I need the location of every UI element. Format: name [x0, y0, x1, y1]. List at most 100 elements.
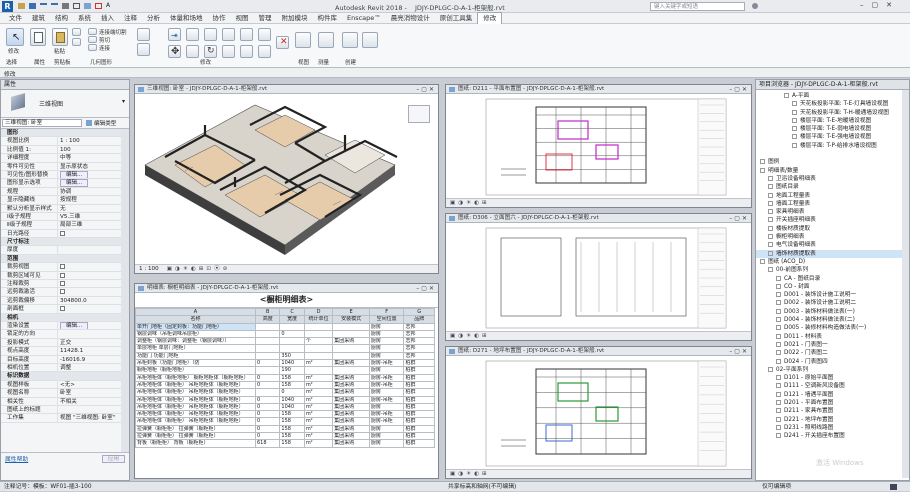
save-icon[interactable] [29, 3, 36, 9]
property-row[interactable]: 目标高度 -16016.9 [1, 355, 121, 364]
browser-item[interactable]: 天花板投影平面: T-E-灯具墙设视图 [756, 100, 902, 108]
ribbon-tab[interactable]: 构件库 [313, 13, 343, 24]
schedule-row[interactable]: 吊柜地柜体（橱柜柜） 吊柜地柜体（橱柜地柜） 0 m² 集团采购 厨房 柏群 [135, 388, 435, 397]
property-group-header[interactable]: 图形 [1, 129, 121, 138]
schedule-cell[interactable]: 单层地柜 单层门地柜） [135, 344, 256, 353]
browser-item[interactable]: D005 - 装修材料构造做法表(一) [756, 324, 902, 332]
property-row[interactable]: 视图样板 <无> [1, 380, 121, 390]
property-value-text[interactable]: 中等 [60, 155, 71, 161]
edit-type-button[interactable]: 编辑类型 [94, 119, 116, 127]
schedule-cell[interactable]: 厨房 [368, 439, 405, 448]
redo-icon[interactable] [51, 3, 58, 9]
browser-item[interactable]: D022 - 门表图二 [756, 349, 902, 357]
property-row[interactable]: 工作集 视图 "三维视图: 卧室" [1, 414, 121, 423]
copy-element-button[interactable] [186, 45, 199, 58]
split-face-button[interactable] [137, 43, 150, 56]
schedule-cell[interactable]: m² [303, 417, 334, 426]
ribbon-group-label[interactable]: 测量 [318, 58, 329, 66]
sheet-control-icons[interactable]: ▣◑☀◐⊞ [450, 333, 490, 339]
property-value[interactable] [57, 288, 121, 296]
property-value-text[interactable]: 视图 "三维视图: 卧室" [60, 415, 115, 421]
property-value[interactable]: V5.三维 [57, 212, 121, 221]
expand-icon[interactable] [768, 234, 773, 240]
ribbon-tab[interactable]: 附加模块 [277, 13, 313, 24]
browser-item[interactable]: D201 - 平面布置图 [756, 399, 902, 407]
schedule-cell[interactable]: 1040 [279, 359, 305, 368]
schedule-row[interactable]: 钢层调味（吊柜调味吊层柜） 0 厨房 志邦 [135, 329, 435, 339]
property-row[interactable]: 远剪裁偏移 304800.0 [1, 296, 121, 306]
schedule-cell[interactable]: 集团采购 [332, 395, 370, 404]
browser-item[interactable]: 图纸 (ACO_D) [756, 258, 902, 266]
schedule-cell[interactable]: 宽度 [279, 315, 305, 324]
schedule-cell[interactable]: 厨房 [368, 388, 405, 397]
ribbon-tab[interactable]: 体量和场地 [165, 13, 208, 24]
schedule-cell[interactable]: 名称 [135, 315, 256, 324]
schedule-cell[interactable] [254, 351, 281, 361]
schedule-cell[interactable]: 柏群 [403, 395, 435, 404]
schedule-cell[interactable]: 吊柜地柜体（橱柜柜） 吊柜地柜体（橱柜地柜） [135, 388, 256, 397]
browser-item[interactable]: D121 - 墙遇平面图 [756, 391, 902, 399]
schedule-cell[interactable]: D [303, 307, 334, 317]
browser-item[interactable]: D211 - 家具布置图 [756, 407, 902, 415]
browser-item[interactable]: 天花板投影平面: T-H-暖通墙设视图 [756, 109, 902, 117]
schedule-cell[interactable]: 集团采购 [332, 410, 370, 419]
schedule-cell[interactable]: 志邦 [403, 351, 435, 361]
property-checkbox[interactable] [60, 306, 65, 312]
schedule-cell[interactable]: 厨房 [368, 344, 405, 353]
property-row[interactable]: 裁剪区域可见 [1, 271, 121, 281]
property-value[interactable]: 正交 [57, 338, 121, 347]
text-icon[interactable]: A [106, 3, 113, 9]
browser-item[interactable]: D011 - 材料表 [756, 333, 902, 341]
sheet-control-icons[interactable]: ▣◑☀◐⊞ [450, 471, 490, 477]
schedule-cell[interactable]: 吊柜地柜体（橱柜柜） 吊柜地柜体（橱柜地柜） [135, 380, 256, 390]
property-value[interactable]: 11428.1 [57, 347, 121, 355]
schedule-cell[interactable]: 集团采购 [332, 373, 370, 382]
schedule-row[interactable]: 吊柜地柜体（橱柜柜） 吊柜地柜体（橱柜地柜） 0 158 m² 集团采购 厨房-吊柜 柏群 [135, 410, 435, 419]
ribbon-group-label[interactable]: 选择 [6, 58, 17, 66]
expand-icon[interactable] [768, 184, 773, 190]
property-value[interactable]: 协调 [57, 187, 121, 196]
browser-item[interactable]: 家具明细表 [756, 208, 902, 216]
property-group-header[interactable]: 相机 [1, 313, 121, 322]
schedule-cell[interactable] [254, 337, 281, 346]
browser-item[interactable]: 橱柜明细表 [756, 233, 902, 241]
section-icon[interactable] [95, 3, 102, 9]
property-row[interactable]: 详细程度 中等 [1, 154, 121, 163]
schedule-row[interactable]: 功能门 功能门地柜 350 厨房 志邦 [135, 351, 435, 361]
edit-type-icon[interactable] [86, 120, 92, 126]
browser-item[interactable]: 明细表/数量 [756, 167, 902, 175]
schedule-cell[interactable]: 柏群 [403, 380, 435, 390]
schedule-cell[interactable]: 橱柜地柜（橱柜地柜） [135, 366, 256, 375]
scale-button[interactable] [258, 28, 271, 41]
property-row[interactable]: 显示隐藏线 按规程 [1, 196, 121, 205]
browser-item[interactable]: 图例 [756, 158, 902, 166]
type-selector-area[interactable]: 三维视图 ▾ [1, 90, 129, 118]
property-row[interactable]: 视图名称 卧室 [1, 389, 121, 398]
schedule-cell[interactable]: 厨房 [368, 322, 405, 331]
property-checkbox[interactable] [60, 230, 65, 236]
cut-geometry-button[interactable] [88, 36, 97, 43]
schedule-cell[interactable]: m² [303, 424, 334, 434]
schedule-cell[interactable]: 0 [254, 373, 281, 382]
properties-help-link[interactable]: 属性帮助 [5, 454, 28, 463]
schedule-cell[interactable]: 吊柜封板（功能门地柜）（防 [135, 359, 256, 368]
property-value[interactable]: 编辑... [57, 179, 121, 187]
property-group-header[interactable]: 尺寸标注 [1, 238, 121, 247]
schedule-cell[interactable]: 1040 [279, 395, 305, 404]
property-value[interactable] [57, 229, 121, 238]
edit-button[interactable]: 编辑... [60, 321, 89, 330]
offset-button[interactable] [186, 28, 199, 41]
schedule-cell[interactable] [303, 344, 334, 353]
ribbon-tab[interactable]: 协作 [208, 13, 231, 24]
schedule-cell[interactable]: 吊柜地柜体（橱柜地柜） 橱柜地柜体（橱柜地柜） [135, 373, 256, 382]
property-row[interactable]: 厚度 [1, 246, 121, 255]
browser-item[interactable]: 开关插座明细表 [756, 216, 902, 224]
expand-icon[interactable] [768, 217, 773, 223]
sheet-window-controls[interactable]: –▢✕ [729, 215, 749, 222]
ribbon-tab[interactable]: 分析 [142, 13, 165, 24]
browser-item[interactable]: D024 - 门表图四 [756, 358, 902, 366]
schedule-cell[interactable]: 空间位置 [368, 315, 405, 324]
schedule-cell[interactable]: E [332, 307, 370, 317]
expand-icon[interactable] [768, 250, 773, 256]
property-value[interactable]: 按规程 [57, 196, 121, 204]
